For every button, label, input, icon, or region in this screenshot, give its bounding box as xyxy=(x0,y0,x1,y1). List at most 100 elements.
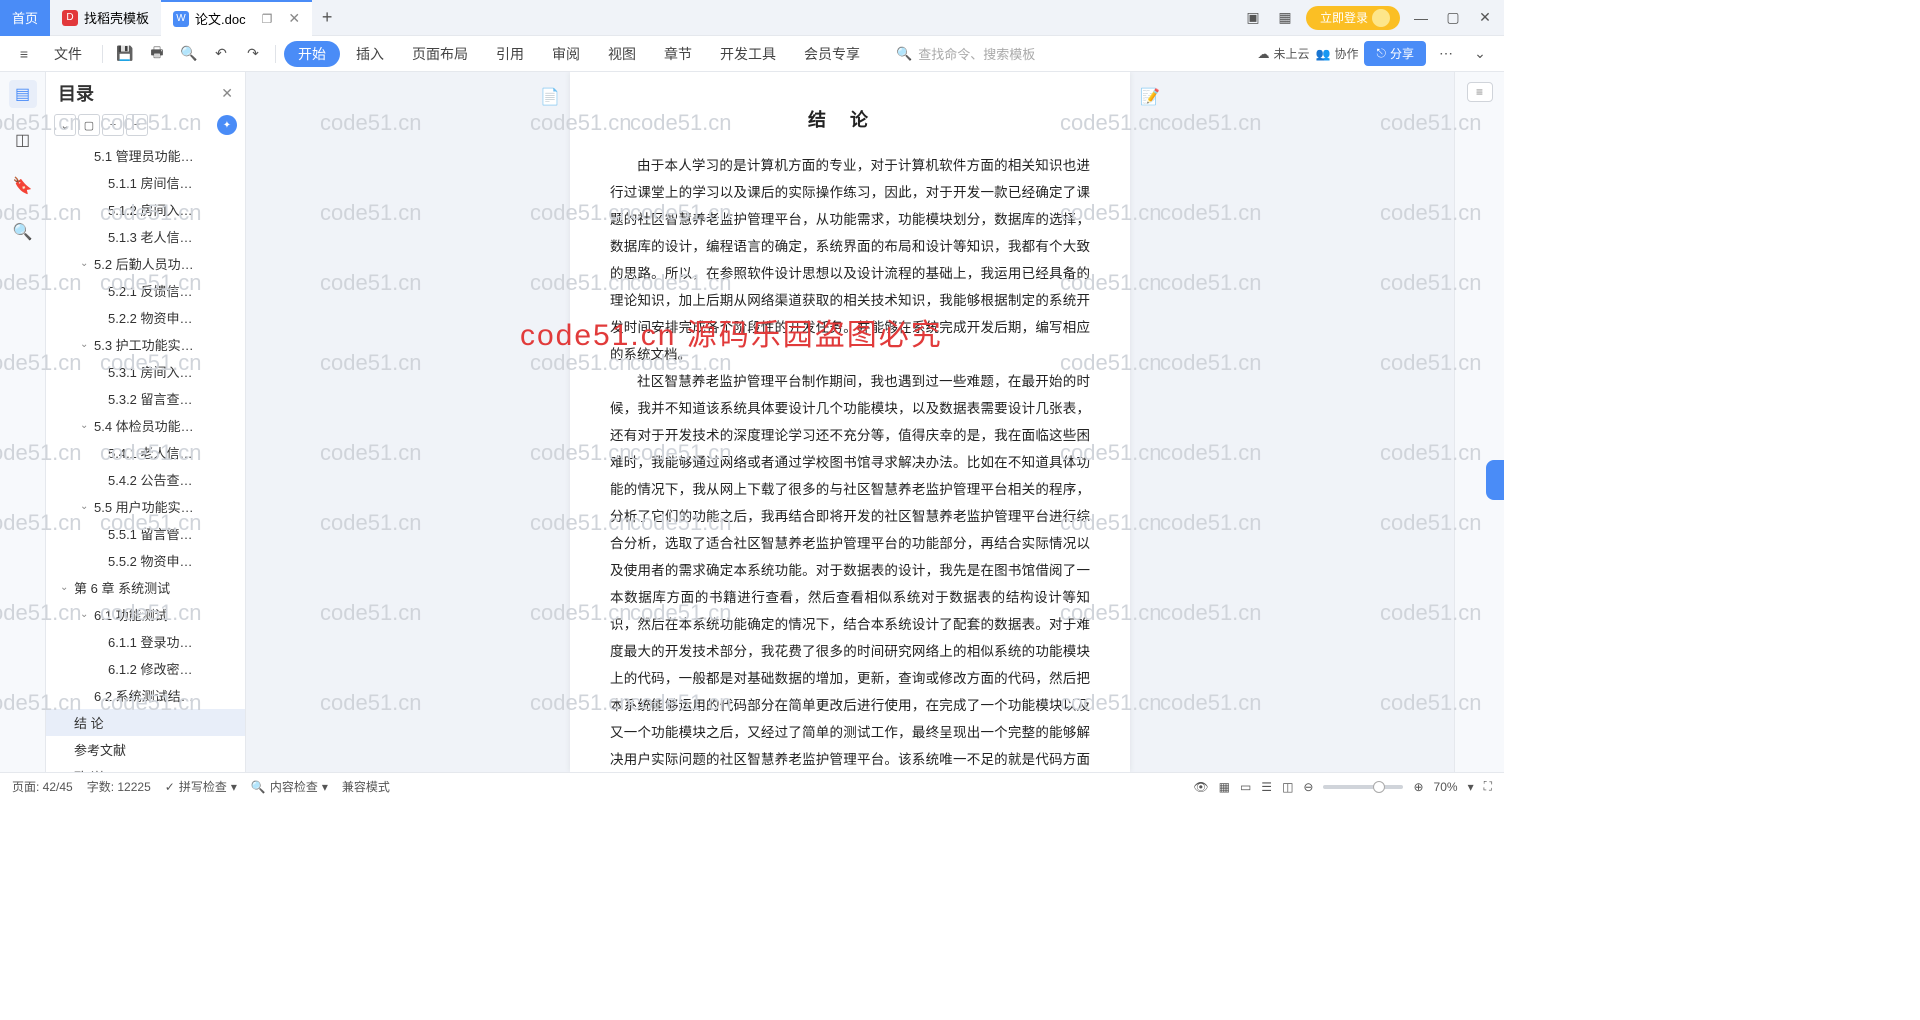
maximize-icon[interactable]: ▢ xyxy=(1442,7,1464,29)
view-read-icon[interactable]: 👁 xyxy=(1193,780,1208,794)
share-button[interactable]: ⎋分享 xyxy=(1364,41,1426,66)
toc-item-label: 5.2 后勤人员功… xyxy=(94,254,194,273)
document-area[interactable]: 📄 📝 结论 由于本人学习的是计算机方面的专业，对于计算机软件方面的相关知识也进… xyxy=(246,72,1454,772)
menu-devtools[interactable]: 开发工具 xyxy=(708,36,788,72)
page-indicator[interactable]: 页面: 42/45 xyxy=(12,778,73,795)
cloud-status[interactable]: ☁未上云 xyxy=(1258,45,1310,62)
redo-icon[interactable]: ↷ xyxy=(239,40,267,68)
toc-item[interactable]: ⌄5.2 后勤人员功… xyxy=(46,250,245,277)
menu-icon[interactable]: ≡ xyxy=(10,40,38,68)
toc-item[interactable]: 参考文献 xyxy=(46,736,245,763)
expand-icon[interactable]: ⌄ xyxy=(1466,40,1494,68)
menu-member[interactable]: 会员专享 xyxy=(792,36,872,72)
menu-pagelayout[interactable]: 页面布局 xyxy=(400,36,480,72)
tab-template[interactable]: D 找稻壳模板 xyxy=(50,0,161,36)
minimize-icon[interactable]: — xyxy=(1410,7,1432,29)
layout-icon[interactable]: ▣ xyxy=(1242,7,1264,29)
command-search[interactable]: 🔍查找命令、搜索模板 xyxy=(896,44,1035,63)
toc-item-label: 5.2.1 反馈信… xyxy=(108,281,193,300)
apps-icon[interactable]: ▦ xyxy=(1274,7,1296,29)
find-icon[interactable]: 🔍 xyxy=(9,218,37,246)
close-tab-icon[interactable]: ✕ xyxy=(288,10,300,27)
new-tab-button[interactable]: + xyxy=(312,7,342,28)
card-icon[interactable]: ◫ xyxy=(9,126,37,154)
tab-home[interactable]: 首页 xyxy=(0,0,50,36)
toc-item[interactable]: 结 论 xyxy=(46,709,245,736)
toc-item-label: 6.1 功能测试 xyxy=(94,605,168,624)
menu-review[interactable]: 审阅 xyxy=(540,36,592,72)
toc-remove[interactable]: − xyxy=(126,114,148,136)
toc-item-label: 致 谢 xyxy=(74,767,104,772)
fit-icon[interactable]: ⛶ xyxy=(1484,779,1492,794)
toc-ai-icon[interactable]: ✦ xyxy=(217,115,237,135)
main-area: ▤ ◫ 🔖 🔍 目录 ✕ ⌄ ▢ + − ✦ 5.1 管理员功能…5.1.1 房… xyxy=(0,72,1504,772)
save-icon[interactable]: 💾 xyxy=(111,40,139,68)
preview-icon[interactable]: 🔍 xyxy=(175,40,203,68)
page-clip-icon[interactable]: 📄 xyxy=(540,82,560,114)
toc-add[interactable]: + xyxy=(102,114,124,136)
toc-item[interactable]: 5.2.1 反馈信… xyxy=(46,277,245,304)
toc-item[interactable]: 5.4.2 公告查… xyxy=(46,466,245,493)
collab-button[interactable]: 👥协作 xyxy=(1316,45,1359,62)
zoom-value[interactable]: 70% xyxy=(1434,780,1458,794)
print-icon[interactable]: 🖶 xyxy=(143,40,171,68)
toc-item[interactable]: 6.2 系统测试结… xyxy=(46,682,245,709)
zoom-in-icon[interactable]: ⊕ xyxy=(1413,780,1423,794)
zoom-slider[interactable] xyxy=(1323,785,1403,789)
toc-expand-box[interactable]: ▢ xyxy=(78,114,100,136)
toc-item[interactable]: 6.1.2 修改密… xyxy=(46,655,245,682)
edge-tab[interactable] xyxy=(1486,460,1504,500)
toc-item[interactable]: 5.4.1 老人信… xyxy=(46,439,245,466)
toc-item[interactable]: 致 谢 xyxy=(46,763,245,772)
view-outline-icon[interactable]: ☰ xyxy=(1261,780,1272,794)
toc-item[interactable]: 5.3.2 留言查… xyxy=(46,385,245,412)
file-menu[interactable]: 文件 xyxy=(42,36,94,72)
toc-item[interactable]: ⌄5.4 体检员功能… xyxy=(46,412,245,439)
view-print-icon[interactable]: ▦ xyxy=(1219,780,1230,794)
toc-item[interactable]: 5.1.2 房间入… xyxy=(46,196,245,223)
ribbon: ≡ 文件 💾 🖶 🔍 ↶ ↷ 开始 插入 页面布局 引用 审阅 视图 章节 开发… xyxy=(0,36,1504,72)
toc-item[interactable]: ⌄5.5 用户功能实… xyxy=(46,493,245,520)
more-icon[interactable]: ⋯ xyxy=(1432,40,1460,68)
menu-chapter[interactable]: 章节 xyxy=(652,36,704,72)
toc-item[interactable]: 5.5.2 物资申… xyxy=(46,547,245,574)
view-web-icon[interactable]: ▭ xyxy=(1240,780,1251,794)
page-note-icon[interactable]: 📝 xyxy=(1140,82,1160,114)
outline-icon[interactable]: ▤ xyxy=(9,80,37,108)
toc-item[interactable]: 5.5.1 留言管… xyxy=(46,520,245,547)
toc-item[interactable]: ⌄6.1 功能测试 xyxy=(46,601,245,628)
toc-item[interactable]: 6.1.1 登录功… xyxy=(46,628,245,655)
toc-item[interactable]: ⌄5.3 护工功能实… xyxy=(46,331,245,358)
undo-icon[interactable]: ↶ xyxy=(207,40,235,68)
toc-item[interactable]: 5.1.3 老人信… xyxy=(46,223,245,250)
view-page-icon[interactable]: ◫ xyxy=(1282,780,1293,794)
spell-check[interactable]: ✓拼写检查 ▾ xyxy=(165,778,237,795)
duplicate-tab-icon[interactable]: ❐ xyxy=(262,12,273,26)
toc-item[interactable]: ⌄第 6 章 系统测试 xyxy=(46,574,245,601)
toc-list: 5.1 管理员功能…5.1.1 房间信…5.1.2 房间入…5.1.3 老人信…… xyxy=(46,142,245,772)
menu-references[interactable]: 引用 xyxy=(484,36,536,72)
share-icon: ⎋ xyxy=(1376,46,1386,61)
tab-document[interactable]: W 论文.doc ❐ ✕ xyxy=(161,0,312,36)
bookmark-icon[interactable]: 🔖 xyxy=(9,172,37,200)
panel-collapse-icon[interactable]: ≡ xyxy=(1467,82,1493,102)
toc-item[interactable]: 5.2.2 物资申… xyxy=(46,304,245,331)
compat-mode[interactable]: 兼容模式 xyxy=(342,778,390,795)
toc-item[interactable]: 5.1 管理员功能… xyxy=(46,142,245,169)
zoom-out-icon[interactable]: ⊖ xyxy=(1303,780,1313,794)
word-count[interactable]: 字数: 12225 xyxy=(87,778,151,795)
toc-item-label: 5.5 用户功能实… xyxy=(94,497,194,516)
toc-item-label: 5.3.1 房间入… xyxy=(108,362,193,381)
menu-start[interactable]: 开始 xyxy=(284,41,340,67)
chevron-icon: ⌄ xyxy=(80,609,92,620)
toc-item-label: 6.1.2 修改密… xyxy=(108,659,193,678)
content-check[interactable]: 🔍内容检查 ▾ xyxy=(251,778,328,795)
toc-close-icon[interactable]: ✕ xyxy=(221,85,233,102)
toc-item[interactable]: 5.3.1 房间入… xyxy=(46,358,245,385)
toc-collapse-all[interactable]: ⌄ xyxy=(54,114,76,136)
menu-view[interactable]: 视图 xyxy=(596,36,648,72)
toc-item[interactable]: 5.1.1 房间信… xyxy=(46,169,245,196)
window-close-icon[interactable]: ✕ xyxy=(1474,7,1496,29)
menu-insert[interactable]: 插入 xyxy=(344,36,396,72)
login-button[interactable]: 立即登录 xyxy=(1306,6,1400,30)
